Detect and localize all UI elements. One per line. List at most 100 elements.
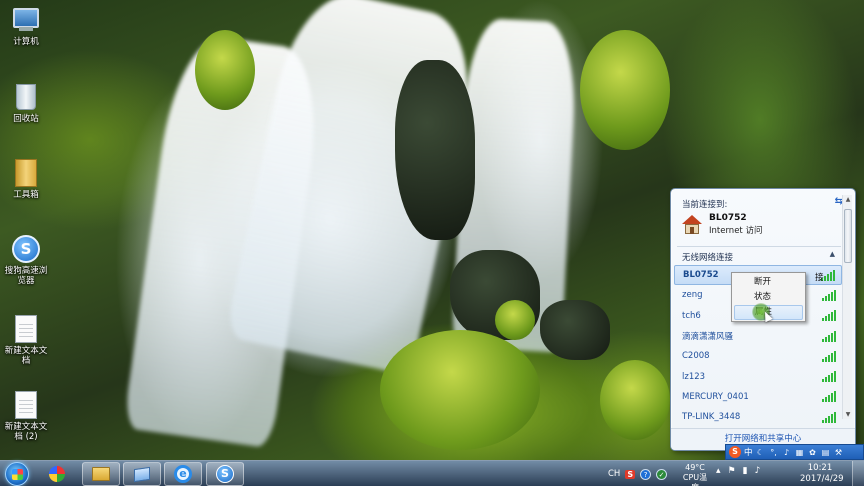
scroll-down-icon[interactable]: ▼ [844, 411, 852, 418]
network-name: TP-LINK_3448 [682, 412, 741, 423]
signal-strength-icon [822, 350, 836, 362]
security-icon[interactable]: ✓ [656, 468, 668, 480]
system-tray: CH S ? ✓ [608, 461, 668, 486]
desktop-icon-label: 新建文本文档 (2) [4, 422, 48, 442]
mossy-rock [600, 360, 670, 440]
language-indicator[interactable]: CH [608, 469, 620, 479]
clock-date: 2017/4/29 [800, 474, 844, 484]
signal-strength-icon [822, 330, 836, 342]
desktop-icon-label: 新建文本文档 [4, 346, 48, 366]
desktop-icon-sogou-browser[interactable]: S 搜狗高速浏览器 [2, 234, 50, 286]
show-hidden-icons-icon[interactable]: ▴ [716, 466, 721, 476]
start-button[interactable] [5, 462, 29, 486]
punctuation-icon[interactable]: °, [769, 448, 779, 457]
window-icon [134, 466, 150, 482]
show-desktop-button[interactable] [852, 461, 864, 486]
menu-item-disconnect[interactable]: 断开 [734, 275, 803, 290]
current-connection-heading: 当前连接到: [682, 200, 728, 210]
menu-item-status[interactable]: 状态 [734, 290, 803, 305]
desktop-icon-text-document-2[interactable]: 新建文本文档 (2) [2, 390, 50, 442]
rock [395, 60, 475, 240]
desktop-icon-label: 搜狗高速浏览器 [4, 266, 48, 286]
signal-strength-icon [822, 391, 836, 403]
taskbar: e S CH S ? ✓ 49°C CPU温度 ▴ ⚑ ▮ ♪ 10:21 20… [0, 460, 864, 486]
network-name: BL0752 [683, 270, 719, 281]
cpu-temp-label: CPU温度 [682, 473, 708, 486]
microphone-icon[interactable]: ♪ [782, 448, 792, 457]
current-connection: BL0752 Internet 访问 [681, 213, 762, 236]
cpu-temp-value: 49°C [685, 463, 705, 472]
text-document-icon [11, 390, 41, 420]
tray-icons: ▴ ⚑ ▮ ♪ [716, 466, 760, 476]
network-icon[interactable]: ▮ [743, 466, 748, 476]
toolbox-icon[interactable]: ▤ [821, 448, 831, 457]
network-list-scrollbar[interactable]: ▲ ▼ [842, 195, 852, 419]
network-name: C2008 [682, 351, 710, 362]
network-item-tp-link[interactable]: TP-LINK_3448 [674, 407, 842, 427]
volume-icon[interactable]: ♪ [755, 466, 761, 476]
text-document-icon [11, 314, 41, 344]
folder-icon [92, 467, 110, 481]
network-name: lz123 [682, 371, 706, 382]
network-item-c2008[interactable]: C2008 [674, 346, 842, 366]
taskbar-app-paint[interactable] [38, 462, 76, 486]
taskbar-app-internet-explorer[interactable]: e [164, 462, 202, 486]
desktop-icon-label: 工具箱 [13, 190, 39, 200]
desktop-icon-recycle-bin[interactable]: 回收站 [2, 82, 50, 124]
taskbar-app-file-explorer[interactable] [82, 462, 120, 486]
signal-strength-icon [822, 289, 836, 301]
desktop-icon-label: 计算机 [13, 37, 39, 47]
network-item-mercury[interactable]: MERCURY_0401 [674, 387, 842, 407]
sogou-ime-icon[interactable]: S [729, 446, 741, 458]
help-icon[interactable]: ? [640, 468, 652, 480]
wrench-icon[interactable]: ⚒ [834, 448, 844, 457]
moon-icon[interactable]: ☾ [756, 448, 766, 457]
clock-time: 10:21 [807, 463, 833, 473]
sogou-browser-icon: S [11, 234, 41, 264]
desktop-icon-text-document[interactable]: 新建文本文档 [2, 314, 50, 366]
computer-icon [11, 5, 41, 35]
skin-icon[interactable]: ✿ [808, 448, 818, 457]
taskbar-app-sogou-browser[interactable]: S [206, 462, 244, 486]
current-network-status: Internet 访问 [709, 226, 763, 236]
desktop-icon-computer[interactable]: 计算机 [2, 5, 50, 47]
recycle-bin-icon [11, 82, 41, 112]
taskbar-app-window[interactable] [123, 462, 161, 486]
scroll-thumb[interactable] [844, 209, 852, 263]
mossy-rock [495, 300, 535, 340]
sogou-tray-icon[interactable]: S [625, 469, 636, 479]
network-name: 滴滴潇潇风骚 [682, 332, 734, 343]
scroll-up-icon[interactable]: ▲ [844, 196, 852, 203]
windows-logo-icon [12, 469, 23, 480]
desktop-icon-toolbox[interactable]: 工具箱 [2, 158, 50, 200]
mossy-rock [380, 330, 540, 450]
clock[interactable]: 10:21 2017/4/29 [800, 463, 844, 485]
ime-toolbar[interactable]: S 中 ☾ °, ♪ ▦ ✿ ▤ ⚒ [725, 444, 864, 460]
current-network-name: BL0752 [709, 213, 747, 223]
flag-icon[interactable]: ⚑ [728, 466, 736, 476]
keyboard-icon[interactable]: ▦ [795, 448, 805, 457]
network-name: zeng [682, 290, 703, 301]
signal-strength-icon [822, 371, 836, 383]
network-house-icon [681, 214, 703, 235]
folder-icon [11, 158, 41, 188]
sogou-browser-icon: S [216, 465, 234, 483]
internet-explorer-icon: e [174, 465, 192, 483]
network-item-4[interactable]: 滴滴潇潇风骚 [674, 326, 842, 346]
mossy-rock [580, 30, 670, 150]
signal-strength-icon [822, 411, 836, 423]
network-name: tch6 [682, 310, 701, 321]
mossy-rock [195, 30, 255, 110]
divider [677, 246, 841, 247]
wireless-section-title: 无线网络连接 [682, 253, 734, 263]
paint-icon [49, 466, 65, 482]
network-item-lz123[interactable]: lz123 [674, 366, 842, 386]
ime-mode-label[interactable]: 中 [744, 446, 753, 458]
collapse-chevron-icon[interactable]: ▲ [830, 250, 835, 258]
signal-strength-icon [822, 310, 836, 322]
cpu-temperature[interactable]: 49°C CPU温度 [679, 463, 711, 486]
rock [540, 300, 610, 360]
connect-label-partial: 接 [815, 273, 824, 283]
desktop-icon-label: 回收站 [13, 114, 39, 124]
network-name: MERCURY_0401 [682, 391, 749, 402]
